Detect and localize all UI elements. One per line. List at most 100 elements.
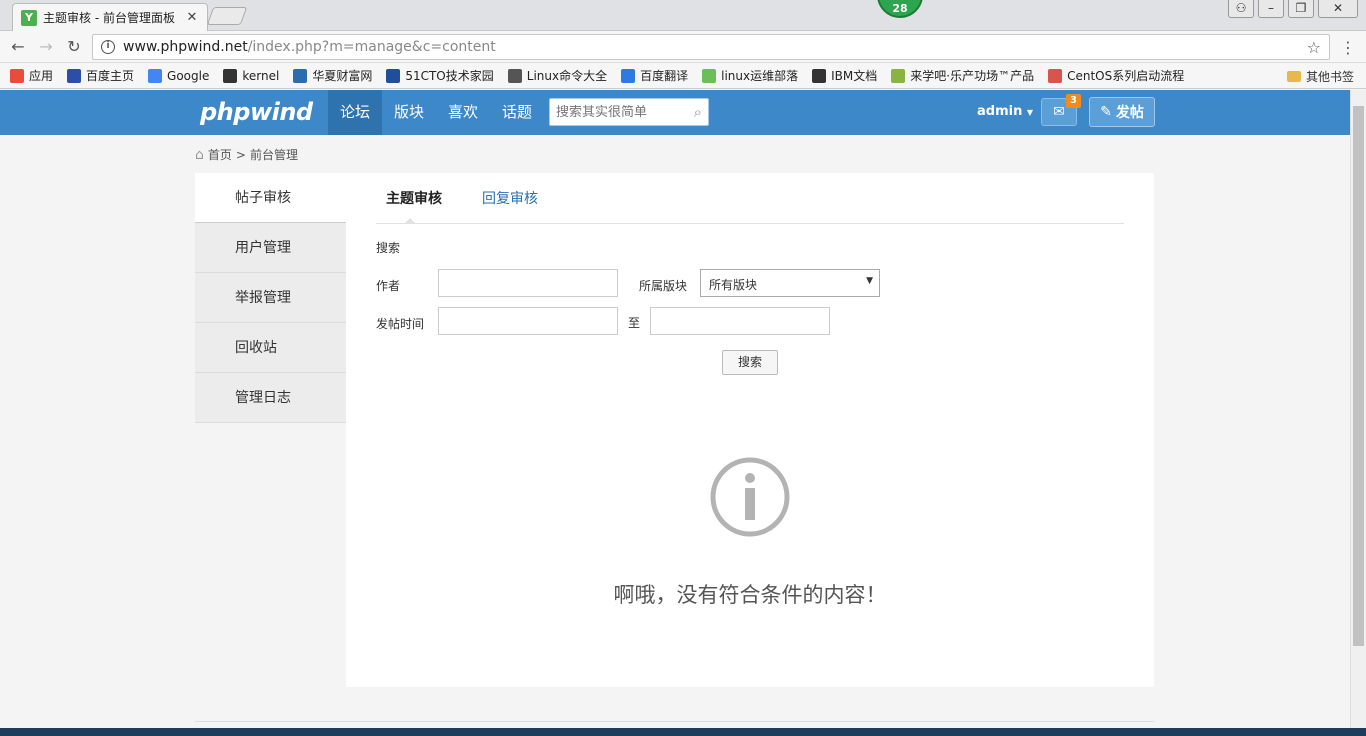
bookmark-favicon-icon	[293, 68, 308, 83]
bookmark-item[interactable]: Linux命令大全	[507, 67, 608, 84]
main-panel: 主题审核 回复审核 搜索 作者 所属版块 所有版块 ▼ 发帖时间 至 搜索 啊哦…	[346, 173, 1154, 687]
bookmark-favicon-icon	[386, 68, 401, 83]
new-tab-button[interactable]	[206, 7, 248, 25]
breadcrumb-separator: >	[235, 147, 246, 162]
os-taskbar	[0, 728, 1366, 736]
sidebar-item-post-review[interactable]: 帖子审核	[195, 173, 346, 223]
sidebar-item-manage-log[interactable]: 管理日志	[195, 373, 346, 423]
forum-label: 所属版块	[639, 279, 688, 293]
empty-message: 啊哦，没有符合条件的内容！	[613, 583, 887, 607]
bookmark-label: 51CTO技术家园	[405, 69, 494, 83]
extension-badge[interactable]: 28	[877, 0, 923, 18]
forum-select[interactable]: 所有版块 ▼	[700, 269, 880, 297]
time-to-input[interactable]	[650, 307, 830, 335]
phpwind-favicon-icon: Y	[21, 9, 37, 26]
sidebar-item-user-manage[interactable]: 用户管理	[195, 223, 346, 273]
search-section-title: 搜索	[376, 241, 401, 255]
time-from-input[interactable]	[438, 307, 618, 335]
bookmark-label: 应用	[29, 69, 54, 83]
bookmark-item[interactable]: 百度主页	[67, 67, 134, 84]
bookmark-star-icon[interactable]: ☆	[1307, 38, 1321, 57]
edit-icon: ✎	[1100, 104, 1112, 120]
post-time-label: 发帖时间	[376, 317, 425, 331]
bookmark-label: CentOS系列启动流程	[1067, 69, 1185, 83]
info-circle-icon	[710, 457, 790, 537]
bookmark-favicon-icon	[507, 68, 522, 83]
bookmark-favicon-icon	[10, 68, 24, 83]
breadcrumb-current[interactable]: 前台管理	[250, 146, 298, 163]
bookmark-item[interactable]: 华夏财富网	[293, 67, 372, 84]
sidebar-item-recycle-bin[interactable]: 回收站	[195, 323, 346, 373]
bookmark-item[interactable]: 来学吧·乐产功场™产品	[891, 67, 1034, 84]
tab-reply-review[interactable]: 回复审核	[472, 173, 548, 223]
post-button[interactable]: ✎ 发帖	[1089, 97, 1155, 127]
window-controls: ⚇ – ❐ ✕	[1228, 0, 1358, 18]
to-label: 至	[628, 316, 641, 330]
page-scrollbar[interactable]	[1350, 90, 1366, 730]
reload-icon[interactable]: ↻	[64, 37, 84, 56]
forward-arrow-icon[interactable]: →	[36, 37, 56, 56]
bookmark-label: 华夏财富网	[312, 69, 373, 83]
bookmark-favicon-icon	[621, 68, 636, 83]
bookmark-label: linux运维部落	[721, 69, 799, 83]
url-text[interactable]: www.phpwind.net/index.php?m=manage&c=con…	[123, 39, 1299, 55]
envelope-icon: ✉	[1053, 104, 1065, 120]
bookmark-favicon-icon	[891, 68, 906, 83]
tab-topic-review[interactable]: 主题审核	[376, 173, 452, 224]
breadcrumb: ⌂ 首页 > 前台管理	[195, 146, 298, 163]
manage-sidebar: 帖子审核 用户管理 举报管理 回收站 管理日志	[195, 173, 346, 423]
phpwind-logo[interactable]: phpwind	[200, 98, 313, 126]
nav-boards[interactable]: 版块	[382, 90, 436, 135]
site-search: ⌕	[549, 98, 709, 126]
bookmark-item[interactable]: 百度翻译	[621, 67, 688, 84]
bookmark-favicon-icon	[702, 68, 717, 83]
author-label: 作者	[376, 279, 401, 293]
restore-button[interactable]: ❐	[1288, 0, 1314, 18]
message-count-badge: 3	[1066, 94, 1081, 108]
nav-likes[interactable]: 喜欢	[436, 90, 490, 135]
url-field[interactable]: i www.phpwind.net/index.php?m=manage&c=c…	[92, 34, 1330, 60]
bookmark-label: Linux命令大全	[526, 69, 608, 83]
bookmark-item[interactable]: linux运维部落	[702, 67, 798, 84]
nav-forum[interactable]: 论坛	[328, 90, 383, 135]
bookmark-label: 百度主页	[86, 69, 135, 83]
bookmark-label: 百度翻译	[640, 69, 689, 83]
nav-topics[interactable]: 话题	[490, 90, 544, 135]
other-bookmarks-label: 其他书签	[1305, 70, 1354, 84]
scrollbar-thumb[interactable]	[1353, 106, 1364, 646]
info-icon[interactable]: i	[101, 40, 115, 54]
minimize-button[interactable]: –	[1258, 0, 1284, 18]
back-arrow-icon[interactable]: ←	[8, 37, 28, 56]
bookmark-favicon-icon	[67, 68, 82, 83]
other-bookmarks[interactable]: 其他书签	[1286, 68, 1354, 85]
bookmarks-bar: 应用 百度主页 Google kernel 华夏财富网 51CTO技术家园 Linux命令大…	[0, 63, 1366, 89]
browser-menu-icon[interactable]: ⋮	[1340, 38, 1356, 57]
url-path: /index.php?m=manage&c=content	[247, 39, 496, 55]
bookmark-item[interactable]: IBM文档	[812, 67, 877, 84]
bookmark-favicon-icon	[812, 68, 827, 83]
search-icon[interactable]: ⌕	[694, 103, 702, 121]
dropdown-arrow-icon: ▼	[866, 276, 873, 286]
bookmark-favicon-icon	[1048, 68, 1063, 83]
bookmark-item[interactable]: 应用	[10, 67, 53, 84]
browser-tab[interactable]: Y 主题审核 - 前台管理面板 ✕	[12, 3, 208, 31]
bookmark-label: Google	[167, 68, 210, 83]
sidebar-item-report-manage[interactable]: 举报管理	[195, 273, 346, 323]
breadcrumb-home[interactable]: 首页	[208, 146, 232, 163]
bookmark-item[interactable]: kernel	[223, 68, 279, 83]
url-domain: www.phpwind.net	[123, 39, 248, 55]
bookmark-item[interactable]: CentOS系列启动流程	[1048, 67, 1184, 84]
bookmark-item[interactable]: 51CTO技术家园	[386, 67, 494, 84]
search-button[interactable]: 搜索	[722, 350, 778, 375]
author-input[interactable]	[438, 269, 618, 297]
search-input[interactable]	[556, 104, 694, 120]
tab-close-icon[interactable]: ✕	[185, 10, 199, 25]
bookmark-favicon-icon	[148, 68, 163, 83]
user-menu[interactable]: admin ▼	[977, 104, 1033, 119]
home-icon: ⌂	[195, 146, 204, 163]
bookmark-item[interactable]: Google	[148, 68, 210, 83]
forum-select-value: 所有版块	[709, 278, 758, 292]
user-profile-icon[interactable]: ⚇	[1228, 0, 1254, 18]
close-window-button[interactable]: ✕	[1318, 0, 1358, 18]
post-button-label: 发帖	[1115, 105, 1144, 121]
